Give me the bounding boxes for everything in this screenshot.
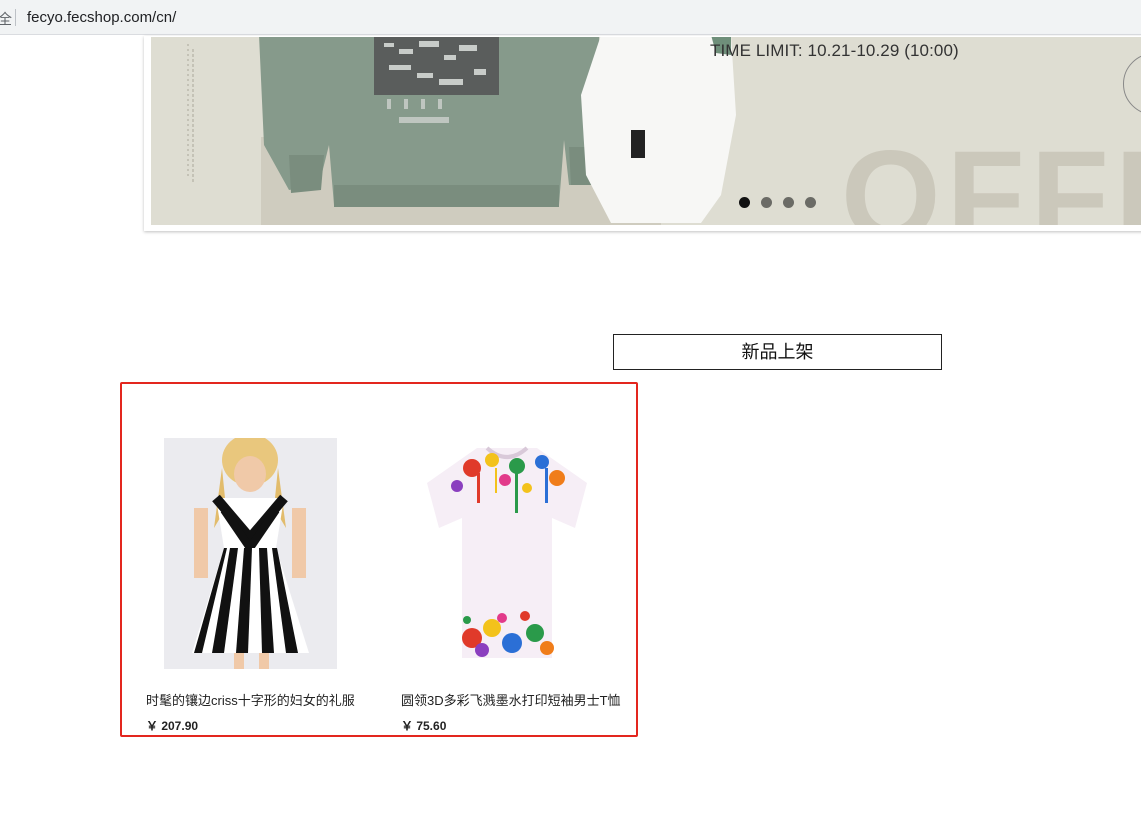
carousel-dot[interactable] — [783, 197, 794, 208]
new-arrivals-title: 新品上架 — [613, 334, 942, 370]
product-price: ￥ 207.90 — [146, 719, 199, 733]
address-divider — [15, 9, 16, 26]
product-list-highlight: 时髦的镶边criss十字形的妇女的礼服 ￥ 207.90 圆领3D多彩飞溅墨水打… — [120, 382, 638, 737]
time-limit-text: TIME LIMIT: 10.21-10.29 (10:00) — [710, 41, 959, 60]
product-price: ￥ 75.60 — [401, 719, 447, 733]
carousel-indicators — [739, 197, 816, 208]
security-indicator[interactable]: 全 — [0, 9, 12, 29]
banner-offer-text: OFFF — [841, 125, 1141, 226]
product-card[interactable]: 圆领3D多彩飞溅墨水打印短袖男士T恤 ￥ 75.60 — [379, 384, 636, 735]
url-text[interactable]: fecyo.fecshop.com/cn/ — [27, 9, 176, 26]
banner-vertical-text-decoration — [187, 44, 194, 184]
product-image[interactable] — [164, 438, 337, 669]
banner-circle-decoration — [1123, 53, 1141, 115]
striped-dress-illustration — [192, 438, 309, 669]
product-card[interactable]: 时髦的镶边criss十字形的妇女的礼服 ￥ 207.90 — [122, 384, 379, 735]
white-sweater-image — [581, 37, 736, 223]
carousel-dot[interactable] — [761, 197, 772, 208]
product-image[interactable] — [417, 438, 597, 669]
browser-address-bar[interactable]: 全 fecyo.fecshop.com/cn/ — [0, 0, 1141, 35]
carousel-dot[interactable] — [739, 197, 750, 208]
promo-banner[interactable]: TIME LIMIT: 10.21-10.29 (10:00) OFFF — [151, 37, 1141, 225]
green-sweater-image — [259, 37, 604, 207]
product-name[interactable]: 时髦的镶边criss十字形的妇女的礼服 — [146, 690, 355, 709]
product-name[interactable]: 圆领3D多彩飞溅墨水打印短袖男士T恤 — [401, 690, 621, 709]
carousel-dot[interactable] — [805, 197, 816, 208]
paint-splatter-tshirt-illustration — [427, 446, 587, 658]
